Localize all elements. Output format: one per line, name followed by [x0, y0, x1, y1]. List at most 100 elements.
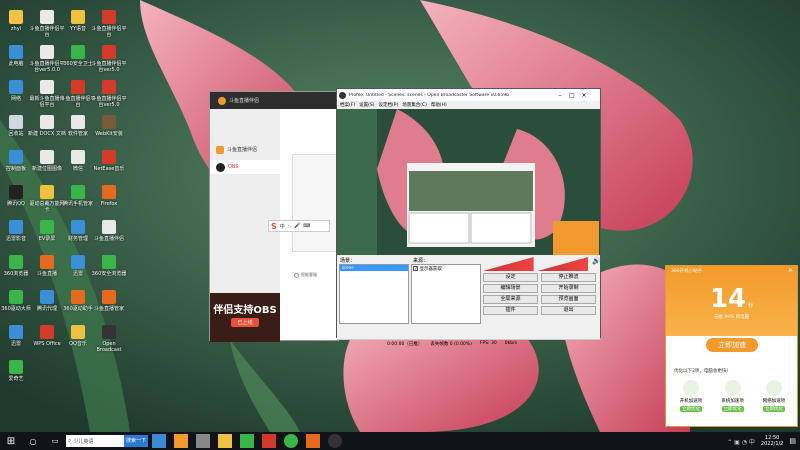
obs-button[interactable]: 开始录制: [541, 284, 596, 293]
speedup-button[interactable]: 立即加速: [706, 338, 758, 352]
obs-button[interactable]: 预览画面: [541, 295, 596, 304]
app-icon: [9, 80, 23, 94]
app-icon: [40, 290, 54, 304]
sogou-ime-bar[interactable]: S 中 ·, 🎤 ⌨: [268, 220, 330, 232]
obs-window[interactable]: Profile: Untitled - Scenes: scenes - Ope…: [336, 88, 601, 347]
scenes-list[interactable]: scene: [339, 264, 409, 324]
app-icon: [71, 115, 85, 129]
explorer-icon[interactable]: [218, 434, 233, 448]
obs-buttons: 设定 停止推流 编辑场景 开始录制 全局来源 预览画面 插件 退出: [483, 273, 597, 317]
sources-list[interactable]: ✓ 显示器获取: [411, 264, 481, 324]
desktop-icon[interactable]: 斗鱼直播伴侣平台ver5.0: [90, 80, 128, 108]
360-icon[interactable]: [240, 434, 255, 448]
store-icon[interactable]: [196, 434, 211, 448]
tray-icons[interactable]: ⌃ ▣ ◔ 中: [727, 437, 755, 446]
optimize-item[interactable]: 网络加速项 立即优化: [755, 380, 793, 412]
douyu-live-icon[interactable]: [306, 434, 321, 448]
banner-online-button[interactable]: 已上线: [231, 318, 259, 327]
search-box[interactable]: ⌕ 少儿英语: [66, 435, 124, 447]
ime-punct-icon[interactable]: ·,: [288, 223, 291, 229]
notification-icon[interactable]: ▤: [789, 437, 796, 445]
obs-titlebar[interactable]: Profile: Untitled - Scenes: scenes - Ope…: [337, 89, 600, 101]
optimize-item[interactable]: 系统加速项 立即优化: [714, 380, 752, 412]
maximize-button[interactable]: □: [566, 92, 578, 99]
service-icon: [294, 272, 299, 278]
desktop-icon[interactable]: 360安全浏览器: [90, 255, 128, 277]
obs-button[interactable]: 编辑场景: [483, 284, 538, 293]
app-icon: [40, 325, 54, 339]
minimize-button[interactable]: –: [554, 92, 566, 99]
optimize-button[interactable]: 立即优化: [763, 406, 785, 412]
douyu-footer[interactable]: 智能客服: [294, 272, 317, 278]
clock[interactable]: 12:50 2022/1/2: [761, 435, 783, 447]
obs-menu-item[interactable]: 场景集合(C): [402, 102, 427, 108]
app-icon: [9, 325, 23, 339]
obs-button[interactable]: 插件: [483, 306, 538, 315]
search-button[interactable]: 搜索一下: [124, 435, 149, 447]
app-icon: [40, 45, 54, 59]
app-icon: [40, 255, 54, 269]
ime-mode-icon[interactable]: 中: [280, 223, 285, 230]
wps-icon[interactable]: [262, 434, 277, 448]
preview-image: [337, 109, 599, 255]
desktop-icon-label: 360安全浏览器: [91, 271, 127, 277]
desktop-icon[interactable]: 斗鱼直播伴侣: [90, 220, 128, 242]
desktop-icon[interactable]: Firefox: [90, 185, 128, 207]
optimize-button[interactable]: 立即优化: [721, 406, 744, 412]
desktop-icon-label: 斗鱼直播伴侣: [93, 236, 124, 242]
source-item[interactable]: 显示器获取: [419, 267, 442, 272]
source-checkbox[interactable]: ✓: [413, 266, 418, 272]
douyu-taskbar-icon[interactable]: [174, 434, 189, 448]
douyu-nav-obs[interactable]: OBS: [210, 160, 280, 174]
desktop-icon[interactable]: 斗鱼直播管家: [90, 290, 128, 312]
app-icon: [9, 185, 23, 199]
app-icon: [71, 80, 85, 94]
app-icon: [9, 45, 23, 59]
obs-menu-item[interactable]: 档案(F): [340, 102, 355, 108]
app-icon: [9, 150, 23, 164]
douyu-preview-area: [292, 154, 338, 252]
obs-menu-item[interactable]: 设定档(P): [378, 102, 398, 108]
app-icon: [40, 80, 54, 94]
wechat-icon[interactable]: [284, 434, 299, 448]
desktop-icon-label: NetEase音乐: [93, 166, 125, 172]
optimize-item[interactable]: 开机加速项 立即优化: [672, 380, 710, 412]
desktop-icon[interactable]: Open Broadcast: [90, 325, 128, 353]
app-icon: [9, 255, 23, 269]
speaker-icon[interactable]: 🔊: [592, 257, 601, 271]
desktop-meter[interactable]: [537, 257, 589, 271]
app-icon: [102, 150, 116, 164]
douyu-obs-banner[interactable]: 伴侣支持OBS 已上线: [210, 293, 280, 342]
desktop-icon-label: 爱奇艺: [8, 376, 24, 382]
desktop-icon[interactable]: 斗鱼直播伴侣平台: [90, 10, 128, 38]
desktop-icon[interactable]: WebKit安装: [90, 115, 128, 137]
boot-helper-popup[interactable]: 360开机小助手 ✕ 14 秒 击败 99% 的电脑 立即加速 优化以下3项，电…: [665, 265, 798, 427]
app-icon: [102, 80, 116, 94]
app-icon: [71, 185, 85, 199]
desktop-icon[interactable]: 斗鱼直播伴侣平台ver5.0: [90, 45, 128, 73]
mic-meter[interactable]: [483, 257, 534, 271]
douyu-window[interactable]: 斗鱼直播伴侣 斗鱼直播伴侣 OBS 伴侣支持OBS 已上线 S 中 ·, 🎤 ⌨…: [209, 91, 339, 342]
ime-mic-icon[interactable]: 🎤: [294, 223, 300, 229]
obs-menu-item[interactable]: 设置(S): [359, 102, 374, 108]
douyu-nav-companion[interactable]: 斗鱼直播伴侣: [210, 143, 280, 156]
task-view-icon[interactable]: ▭: [48, 434, 62, 448]
douyu-titlebar[interactable]: 斗鱼直播伴侣: [210, 92, 338, 109]
popup-close-icon[interactable]: ✕: [788, 267, 793, 274]
obs-button[interactable]: 退出: [541, 306, 596, 315]
start-windows-icon[interactable]: ⊞: [4, 434, 18, 448]
obs-button[interactable]: 全局来源: [483, 295, 538, 304]
ime-keyboard-icon[interactable]: ⌨: [303, 223, 310, 229]
obs-menu-item[interactable]: 帮助(H): [431, 102, 447, 108]
close-button[interactable]: ✕: [578, 92, 590, 99]
obs-button[interactable]: 设定: [483, 273, 538, 282]
scene-item[interactable]: scene: [340, 265, 408, 271]
optimize-button[interactable]: 立即优化: [680, 406, 702, 412]
ie-icon[interactable]: [152, 434, 167, 448]
cortana-icon[interactable]: ○: [26, 434, 40, 448]
desktop-icon[interactable]: 爱奇艺: [0, 360, 35, 382]
desktop-icon[interactable]: NetEase音乐: [90, 150, 128, 172]
obs-taskbar-icon[interactable]: [328, 434, 343, 448]
app-icon: [40, 150, 54, 164]
obs-button[interactable]: 停止推流: [541, 273, 596, 282]
